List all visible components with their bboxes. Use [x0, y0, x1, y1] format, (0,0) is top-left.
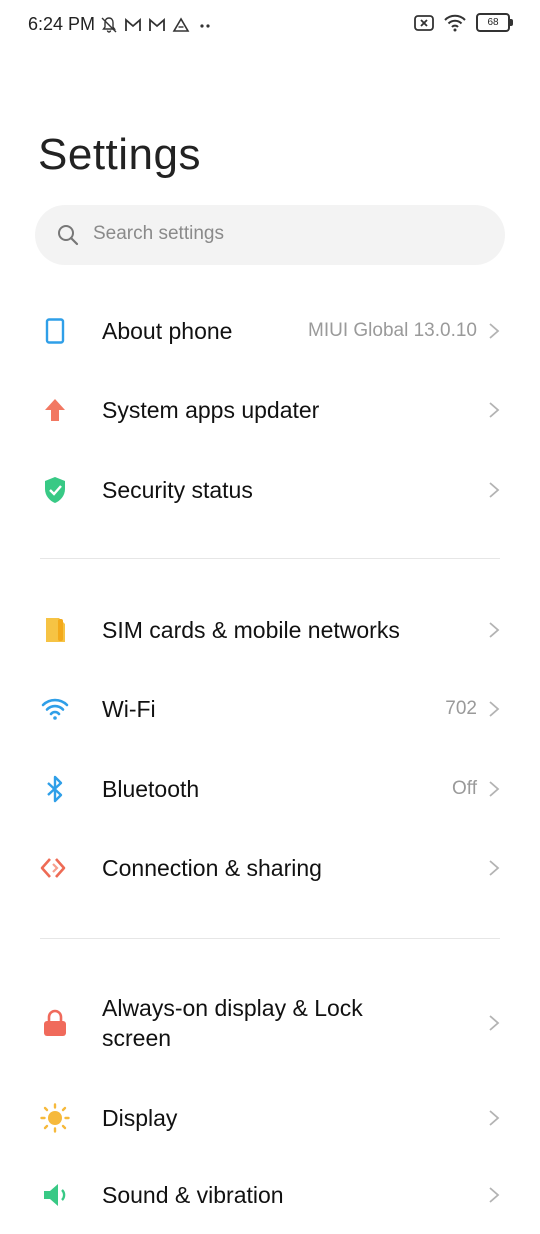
- phone-outline-icon: [40, 316, 70, 346]
- sim-card-icon: [40, 615, 70, 645]
- mute-icon: [101, 17, 117, 33]
- settings-item-label: System apps updater: [102, 397, 320, 423]
- chevron-right-icon: [489, 1110, 500, 1126]
- lock-icon: [40, 1008, 70, 1038]
- shield-check-icon: [40, 475, 70, 505]
- wifi-signal-icon: [444, 14, 466, 31]
- settings-item-always-on-display[interactable]: Always-on display & Lock screen: [0, 985, 540, 1061]
- settings-item-value: 702: [445, 698, 477, 719]
- settings-item-label: Connection & sharing: [102, 855, 322, 881]
- status-time: 6:24 PM: [28, 14, 96, 34]
- settings-item-wifi[interactable]: Wi-Fi 702: [0, 670, 540, 748]
- chevron-right-icon: [489, 323, 500, 339]
- settings-item-value: MIUI Global 13.0.10: [308, 320, 477, 341]
- divider: [40, 938, 500, 939]
- search-placeholder: Search settings: [93, 223, 224, 244]
- chevron-right-icon: [489, 860, 500, 876]
- gmail-icon: [125, 18, 141, 31]
- settings-item-security-status[interactable]: Security status: [0, 451, 540, 529]
- settings-item-label: About phone: [102, 318, 233, 344]
- settings-item-label: Wi-Fi: [102, 696, 156, 722]
- chevron-right-icon: [489, 402, 500, 418]
- chevron-right-icon: [489, 1015, 500, 1031]
- settings-item-label: Display: [102, 1105, 178, 1131]
- settings-item-display[interactable]: Display: [0, 1079, 540, 1157]
- bluetooth-icon: [40, 774, 70, 804]
- settings-item-label: SIM cards & mobile networks: [102, 617, 400, 643]
- connection-sharing-icon: [40, 853, 70, 883]
- battery-icon: 68: [476, 13, 513, 32]
- more-dots-icon: [200, 24, 210, 28]
- chevron-right-icon: [489, 622, 500, 638]
- wifi-icon: [40, 694, 70, 724]
- settings-item-sound-vibration[interactable]: Sound & vibration: [0, 1156, 540, 1234]
- notification-icons: [100, 14, 214, 36]
- sun-icon: [40, 1103, 70, 1133]
- gmail-icon: [149, 18, 165, 31]
- arrow-up-icon: [40, 395, 70, 425]
- settings-item-value: Off: [452, 778, 477, 799]
- settings-item-label: Sound & vibration: [102, 1182, 284, 1208]
- chevron-right-icon: [489, 781, 500, 797]
- speaker-icon: [40, 1180, 70, 1210]
- settings-item-system-apps-updater[interactable]: System apps updater: [0, 371, 540, 449]
- chevron-right-icon: [489, 1187, 500, 1203]
- settings-item-bluetooth[interactable]: Bluetooth Off: [0, 750, 540, 828]
- search-icon: [58, 225, 79, 246]
- page-title: Settings: [38, 130, 201, 179]
- chevron-right-icon: [489, 701, 500, 717]
- status-bar: 6:24 PM 68: [0, 0, 540, 50]
- settings-item-label: Security status: [102, 477, 253, 503]
- settings-item-label: Bluetooth: [102, 776, 200, 802]
- search-input[interactable]: Search settings: [35, 205, 505, 265]
- settings-item-connection-sharing[interactable]: Connection & sharing: [0, 829, 540, 907]
- no-sim-icon: [414, 14, 434, 31]
- drive-icon: [172, 17, 190, 32]
- chevron-right-icon: [489, 482, 500, 498]
- settings-item-label: Always-on display & Lock screen: [102, 995, 363, 1051]
- settings-item-sim-cards[interactable]: SIM cards & mobile networks: [0, 591, 540, 669]
- status-right: 68: [414, 13, 513, 32]
- divider: [40, 558, 500, 559]
- settings-item-about-phone[interactable]: About phone MIUI Global 13.0.10: [0, 292, 540, 370]
